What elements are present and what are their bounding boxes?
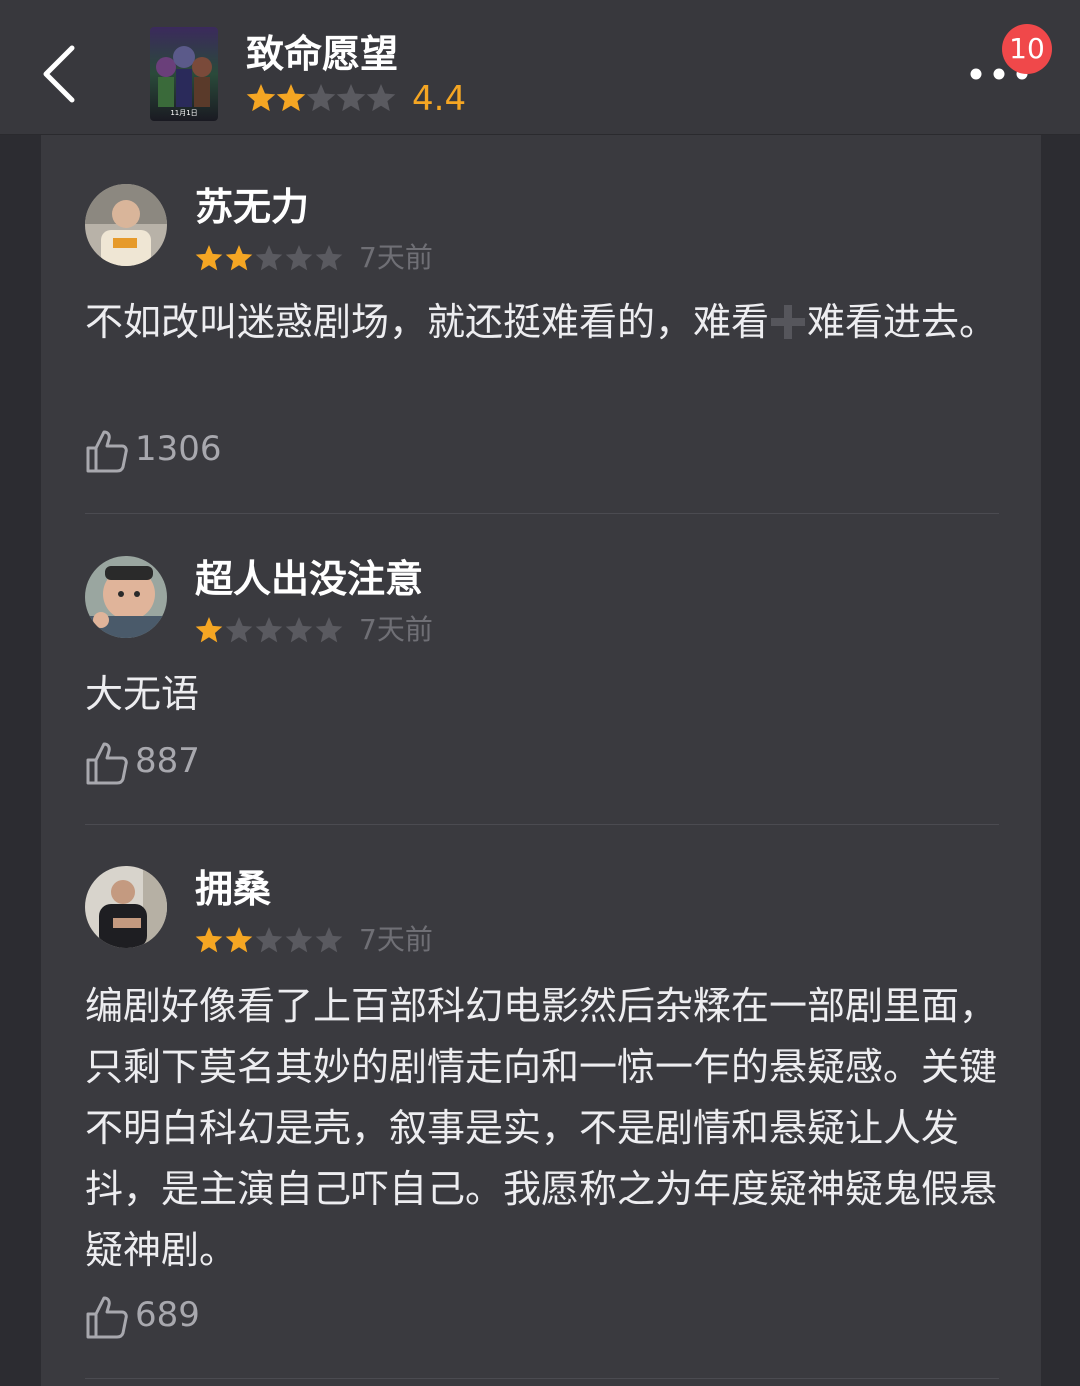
show-rating-stars: [246, 84, 396, 114]
plus-icon: [769, 298, 807, 339]
review-body: 大无语: [85, 672, 200, 716]
star-icon: [276, 84, 306, 112]
review-text-part: 难看进去。: [807, 300, 998, 344]
review-item: 拥桑 7天前 编剧好像看了上百部科幻电影然后杂糅在一部剧里面，只剩下莫名其妙的剧…: [85, 866, 999, 1346]
top-bar: 11月1日 致命愿望 4.4 10: [0, 0, 1080, 135]
star-icon: [285, 927, 313, 953]
review-stars: [195, 616, 345, 646]
right-gutter: [1041, 135, 1080, 1386]
star-icon: [336, 84, 366, 112]
review-time: 7天前: [359, 613, 433, 646]
star-icon: [195, 927, 223, 953]
star-icon: [195, 245, 223, 271]
thumbs-up-icon: [86, 742, 128, 785]
review-stars: [195, 244, 345, 274]
review-body: 编剧好像看了上百部科幻电影然后杂糅在一部剧里面，只剩下莫名其妙的剧情走向和一惊一…: [85, 984, 998, 1272]
show-rating-score: 4.4: [412, 79, 467, 119]
star-icon: [246, 84, 276, 112]
username[interactable]: 苏无力: [195, 182, 309, 232]
review-time: 7天前: [359, 923, 433, 956]
review-body: 不如改叫迷惑剧场，就还挺难看的，难看 难看进去。: [85, 292, 999, 353]
review-stars: [195, 926, 345, 956]
star-icon: [315, 617, 343, 643]
star-icon: [225, 245, 253, 271]
avatar[interactable]: [85, 184, 167, 266]
star-icon: [255, 617, 283, 643]
star-icon: [285, 245, 313, 271]
star-icon: [195, 617, 223, 643]
left-gutter: [0, 135, 41, 1386]
username[interactable]: 超人出没注意: [195, 554, 423, 604]
thumbs-up-icon: [86, 430, 128, 473]
star-icon: [306, 84, 336, 112]
chevron-left-icon: [43, 45, 75, 103]
review-item: 苏无力 7天前 不如改叫迷惑剧场，就还挺难看的，难看 难看进去。 1306: [85, 184, 999, 484]
show-title: 致命愿望: [246, 32, 399, 76]
divider: [85, 513, 999, 514]
back-button[interactable]: [34, 38, 94, 108]
notification-badge: 10: [1002, 24, 1052, 74]
star-icon: [315, 245, 343, 271]
divider: [85, 824, 999, 825]
star-icon: [225, 927, 253, 953]
review-time: 7天前: [359, 241, 433, 274]
show-poster[interactable]: 11月1日: [150, 27, 218, 121]
review-text-part: 不如改叫迷惑剧场，就还挺难看的，难看: [85, 300, 770, 344]
like-count: 887: [135, 741, 200, 781]
like-count: 689: [135, 1295, 200, 1335]
star-icon: [285, 617, 313, 643]
divider: [85, 1378, 999, 1379]
avatar[interactable]: [85, 866, 167, 948]
poster-date: 11月1日: [170, 109, 197, 117]
review-item: 超人出没注意 7天前 大无语 887: [85, 556, 999, 796]
thumbs-up-icon: [86, 1296, 128, 1339]
star-icon: [315, 927, 343, 953]
username[interactable]: 拥桑: [195, 864, 271, 914]
avatar[interactable]: [85, 556, 167, 638]
star-icon: [255, 927, 283, 953]
star-icon: [366, 84, 396, 112]
like-count: 1306: [135, 429, 222, 469]
star-icon: [225, 617, 253, 643]
star-icon: [255, 245, 283, 271]
